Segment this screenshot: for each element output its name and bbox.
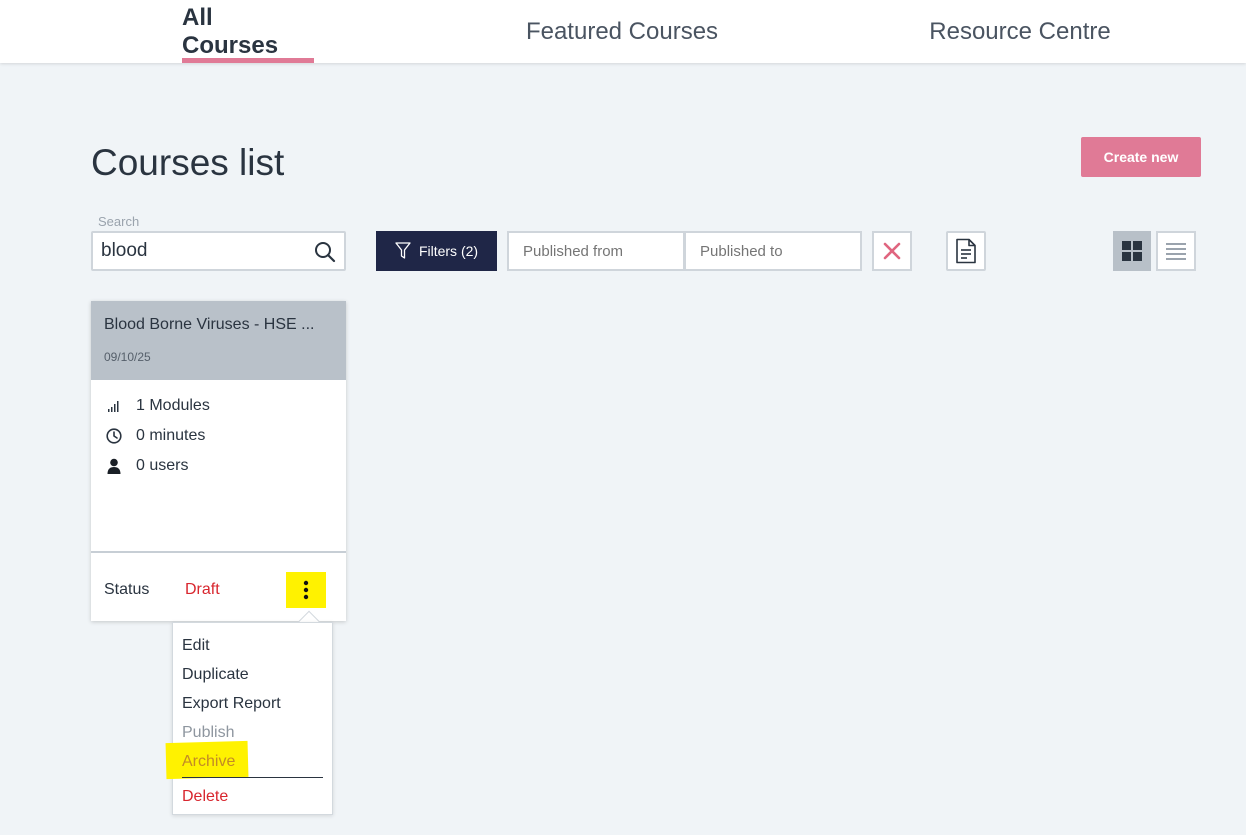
tab-featured-courses-label: Featured Courses [525, 17, 719, 45]
tab-all-courses[interactable]: All Courses [182, 0, 314, 63]
grid-view-button[interactable] [1113, 231, 1151, 271]
course-card-header[interactable]: Blood Borne Viruses - HSE ... 09/10/25 [91, 301, 346, 380]
active-tab-indicator [182, 58, 314, 63]
top-navigation: All Courses Featured Courses Resource Ce… [0, 0, 1246, 63]
course-card[interactable]: Blood Borne Viruses - HSE ... 09/10/25 1… [91, 301, 346, 621]
export-report-button[interactable] [946, 231, 986, 271]
search-box [91, 231, 346, 271]
filters-button-label: Filters (2) [418, 243, 479, 259]
tab-resource-centre-label: Resource Centre [929, 17, 1111, 45]
tab-featured-courses[interactable]: Featured Courses [520, 0, 724, 63]
course-duration-stat: 0 minutes [104, 426, 205, 446]
search-label: Search [98, 214, 140, 229]
filters-button[interactable]: Filters (2) [376, 231, 497, 271]
course-users-text: 0 users [136, 457, 189, 474]
menu-item-export-report[interactable]: Export Report [182, 695, 281, 713]
tab-all-courses-label: All Courses [182, 3, 279, 59]
menu-item-archive[interactable]: Archive [182, 753, 235, 771]
course-duration-text: 0 minutes [136, 427, 206, 444]
clear-filters-button[interactable] [872, 231, 912, 271]
menu-item-duplicate[interactable]: Duplicate [182, 666, 249, 684]
menu-item-publish[interactable]: Publish [182, 724, 234, 742]
course-modules-stat: 1 Modules [104, 396, 210, 416]
status-badge: Draft [185, 581, 220, 598]
course-actions-menu: Edit Duplicate Export Report Publish Arc… [165, 622, 333, 815]
list-view-button[interactable] [1156, 231, 1196, 271]
document-icon [956, 238, 976, 264]
menu-item-delete[interactable]: Delete [182, 788, 228, 806]
kebab-menu-icon [303, 580, 309, 600]
course-title[interactable]: Blood Borne Viruses - HSE ... [104, 316, 334, 334]
grid-icon [1122, 241, 1142, 261]
menu-divider [182, 777, 323, 778]
course-modules-text: 1 Modules [136, 397, 210, 414]
search-icon[interactable] [314, 241, 336, 263]
card-divider [91, 551, 346, 553]
more-options-button[interactable] [286, 572, 326, 608]
published-from-input[interactable] [507, 231, 685, 271]
menu-item-edit[interactable]: Edit [182, 637, 210, 655]
page-title: Courses list [91, 142, 285, 183]
clock-icon [104, 427, 124, 445]
search-input[interactable] [101, 233, 301, 269]
signal-bars-icon [104, 397, 124, 415]
course-users-stat: 0 users [104, 456, 188, 476]
status-label: Status [104, 581, 150, 598]
close-icon [883, 242, 901, 260]
user-icon [104, 457, 124, 475]
published-to-input[interactable] [684, 231, 862, 271]
list-icon [1166, 243, 1186, 260]
filter-icon [395, 242, 411, 259]
course-date: 09/10/25 [104, 350, 151, 364]
create-new-button[interactable]: Create new [1081, 137, 1201, 177]
tab-resource-centre[interactable]: Resource Centre [924, 0, 1116, 63]
